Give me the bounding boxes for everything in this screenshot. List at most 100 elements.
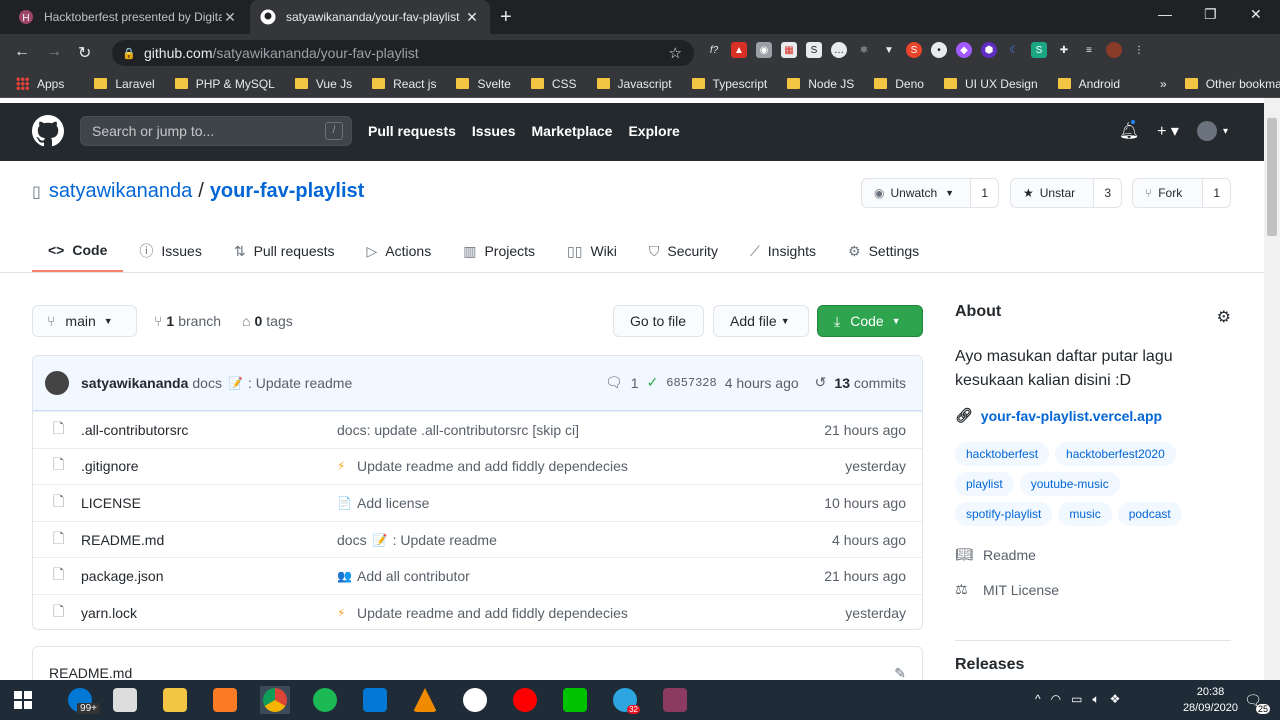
close-tab-icon[interactable]: ✕ [222,9,238,26]
add-file-button[interactable]: Add file ▼ [713,305,809,337]
mail-app-icon[interactable]: 99+ [60,686,100,714]
bookmark-javascript[interactable]: Javascript [596,77,672,91]
bookmark-css[interactable]: CSS [530,77,577,91]
scrollbar-thumb[interactable] [1267,118,1277,236]
winrar-app-icon[interactable] [660,686,690,714]
star-count[interactable]: 3 [1094,179,1121,207]
bookmark-other[interactable]: Other bookmarks [1184,77,1280,91]
back-icon[interactable]: ← [14,43,30,61]
profile-avatar[interactable] [1106,42,1122,58]
forward-icon[interactable]: → [46,43,62,61]
comment-count[interactable]: 1 [631,375,639,391]
fork-button-group[interactable]: ⑂ Fork 1 [1132,178,1231,208]
create-new-plus-icon[interactable]: + ▾ [1157,121,1179,141]
more-bookmarks-button[interactable]: » [1160,77,1167,91]
battery-icon[interactable]: ▭ [1071,692,1082,707]
tab-issues[interactable]: ⓘ Issues [123,230,217,272]
s-extension-icon[interactable]: S [806,42,822,58]
commit-message[interactable]: : Update readme [248,375,352,391]
tab-security[interactable]: ⛉ Security [633,230,734,272]
tab-projects[interactable]: ▥ Projects [447,230,551,272]
file-name-link[interactable]: LICENSE [81,495,141,511]
spotify-app-icon[interactable] [310,686,340,714]
volume-icon[interactable]: 🔈︎ [1092,692,1099,707]
restore-icon[interactable]: ❐ [1204,6,1217,23]
file-name-link[interactable]: package.json [81,568,164,584]
puzzle-extensions-icon[interactable]: ✚ [1056,42,1072,58]
repo-owner-link[interactable]: satyawikananda [49,180,192,203]
figma-extension-icon[interactable]: ◆ [956,42,972,58]
bookmark-ui-ux-design[interactable]: UI UX Design [943,77,1038,91]
unstar-button[interactable]: ★ Unstar [1011,179,1095,207]
notification-center-icon[interactable]: 🗨︎ 25 [1238,686,1270,714]
dots-extension-icon[interactable]: • [931,42,947,58]
license-link[interactable]: ⚖ MIT License [955,581,1231,598]
file-commit-message[interactable]: ⚡ Update readme and add fiddly dependecie… [337,605,628,621]
bookmark-laravel[interactable]: Laravel [94,77,155,91]
new-tab-icon[interactable]: + [500,6,512,29]
mongodb-app-icon[interactable] [460,686,490,714]
minimize-icon[interactable]: — [1158,6,1172,22]
youtube-music-app-icon[interactable] [510,686,540,714]
topic-tag[interactable]: music [1058,502,1112,526]
file-name-link[interactable]: .gitignore [81,458,139,474]
reload-icon[interactable]: ↻ [78,43,91,63]
windows-start-icon[interactable] [8,686,38,714]
notifications-bell-icon[interactable]: 🔔︎ [1119,118,1139,141]
topic-tag[interactable]: playlist [955,472,1014,496]
file-commit-message[interactable]: docs 📝: Update readme [337,532,497,548]
vlc-app-icon[interactable] [410,686,440,714]
commit-author-link[interactable]: satyawikananda [81,375,188,391]
camera-extension-icon[interactable]: ◉ [756,42,772,58]
browser-menu-icon[interactable]: ⋮ [1131,42,1147,58]
code-download-button[interactable]: ⤓ Code ▼ [817,305,923,337]
topic-tag[interactable]: hacktoberfest2020 [1055,442,1176,466]
commit-message-prefix[interactable]: docs [192,375,222,391]
releases-title[interactable]: Releases [955,656,1024,674]
wifi-icon[interactable]: ◠ [1051,692,1061,707]
file-name-link[interactable]: .all-contributorsrc [81,422,188,438]
unwatch-button[interactable]: ◉ Unwatch ▼ [862,179,972,207]
tab-code[interactable]: <> Code [32,230,124,272]
topic-tag[interactable]: youtube-music [1019,472,1120,496]
calendar-extension-icon[interactable]: ▦ [781,42,797,58]
clock[interactable]: 20:38 28/09/2020 [1183,684,1238,716]
file-name-link[interactable]: README.md [81,532,164,548]
gear-icon[interactable]: ⚙ [1217,307,1231,327]
browser-tab-github[interactable]: satyawikananda/your-fav-playlist ✕ [250,0,490,34]
wave-extension-icon[interactable]: ☾ [1006,42,1022,58]
tag-count-link[interactable]: ⌂ 0 tags [242,313,293,329]
user-menu[interactable]: ▾ [1196,121,1228,141]
bookmark-node-js[interactable]: Node JS [787,77,854,91]
reading-list-icon[interactable]: ≡ [1081,42,1097,58]
rocket-extension-icon[interactable]: ▲ [731,42,747,58]
telegram-app-icon[interactable]: 32 [610,686,640,714]
tab-pull-requests[interactable]: ⇅ Pull requests [218,230,351,272]
watch-button-group[interactable]: ◉ Unwatch ▼ 1 [861,178,999,208]
file-commit-message[interactable]: docs: update .all-contributorsrc [skip c… [337,422,579,438]
topic-tag[interactable]: podcast [1117,502,1182,526]
bookmark-vue-js[interactable]: Vue Js [294,77,352,91]
bookmark-star-icon[interactable]: ☆ [669,44,682,62]
bookmark-svelte[interactable]: Svelte [456,77,511,91]
hexagon-extension-icon[interactable]: ⬢ [981,42,997,58]
file-name-link[interactable]: yarn.lock [81,605,137,621]
topic-tag[interactable]: hacktoberfest [955,442,1050,466]
dropbox-icon[interactable]: ❖ [1110,692,1121,707]
chrome-app-icon[interactable] [260,686,290,714]
fork-count[interactable]: 1 [1203,179,1230,207]
github-logo-icon[interactable] [32,115,64,147]
repo-name-link[interactable]: your-fav-playlist [210,180,364,203]
nav-pull-requests[interactable]: Pull requests [368,123,456,139]
xampp-app-icon[interactable] [210,686,240,714]
go-to-file-button[interactable]: Go to file [613,305,704,337]
nav-marketplace[interactable]: Marketplace [532,123,613,139]
branch-select-button[interactable]: ⑂ main ▼ [32,305,137,337]
tab-settings[interactable]: ⚙ Settings [832,230,935,272]
tab-insights[interactable]: ⟋ Insights [734,230,832,272]
branch-count-link[interactable]: ⑂ 1 branch [154,313,221,329]
show-hidden-icons-icon[interactable]: ^ [1035,692,1041,707]
formula-extension-icon[interactable]: f? [706,42,722,58]
line-app-icon[interactable] [560,686,590,714]
file-commit-message[interactable]: 📄 Add license [337,495,429,511]
